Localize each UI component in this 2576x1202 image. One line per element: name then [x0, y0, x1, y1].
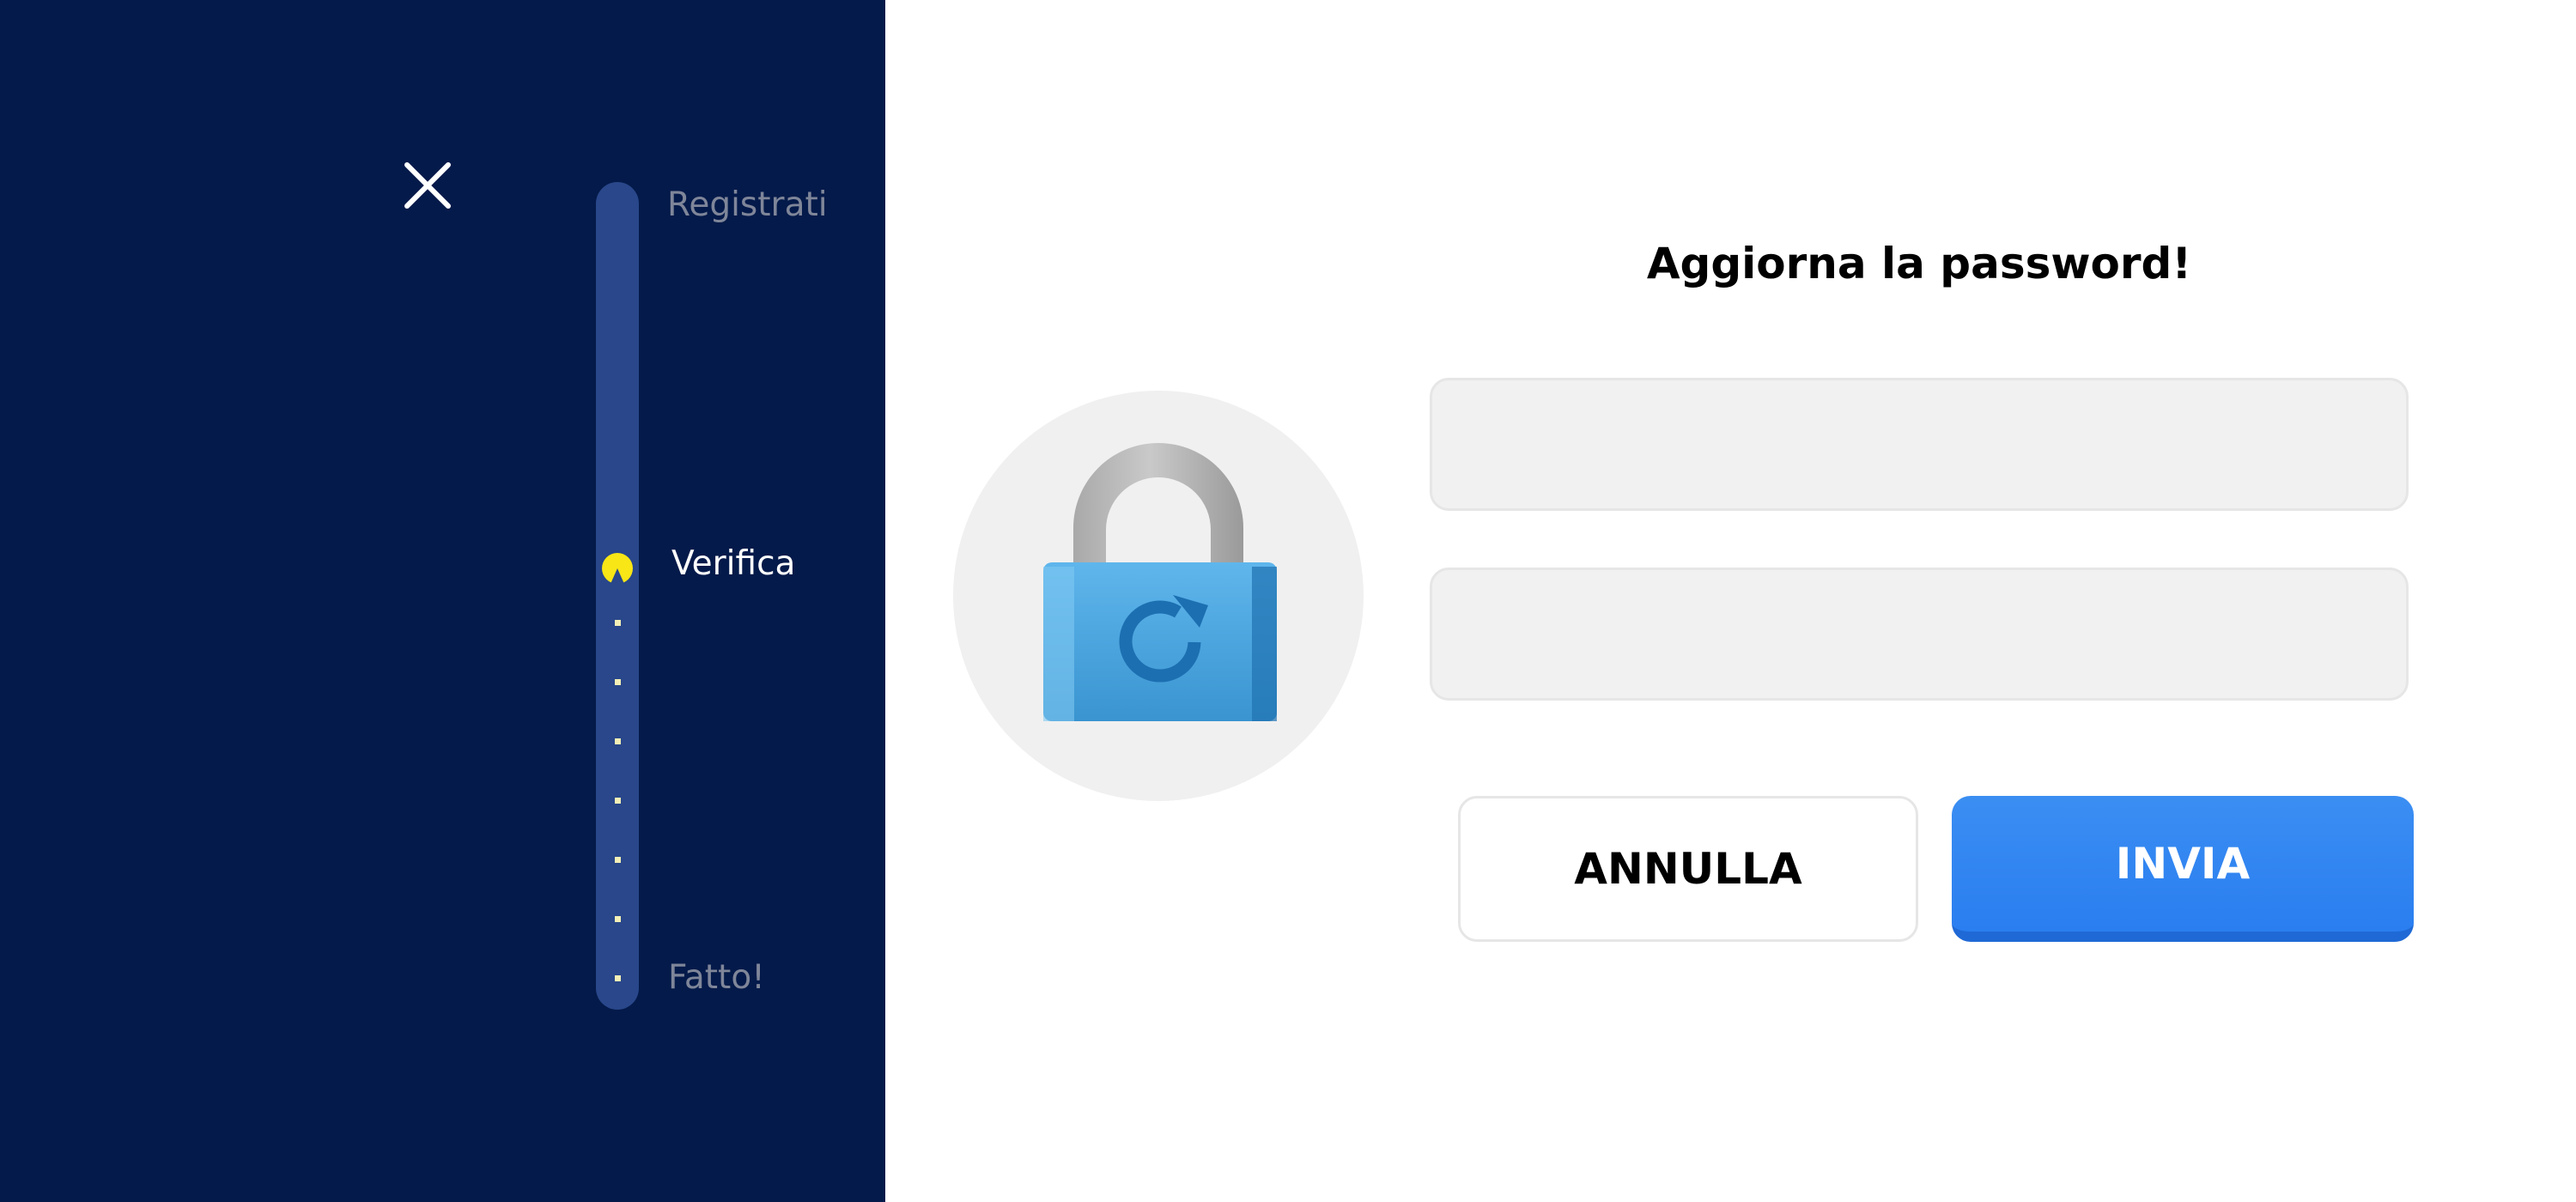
lock-illustration — [953, 391, 1364, 801]
pacman-icon — [600, 551, 635, 586]
submit-button[interactable]: INVIA — [1952, 796, 2414, 942]
progress-dot — [615, 738, 621, 744]
progress-dot — [615, 679, 621, 685]
password-field[interactable] — [1430, 378, 2409, 511]
sidebar: Registrati Verifica Fatto! — [0, 0, 885, 1202]
page-title: Aggiorna la password! — [1646, 239, 2192, 288]
progress-dot — [615, 620, 621, 626]
step-label-fatto: Fatto! — [668, 958, 765, 997]
confirm-password-field[interactable] — [1430, 568, 2409, 701]
progress-dot — [615, 857, 621, 863]
progress-dot — [615, 798, 621, 804]
step-label-verifica: Verifica — [671, 544, 796, 583]
progress-dot — [615, 975, 621, 981]
close-button[interactable] — [397, 155, 459, 216]
progress-track — [596, 182, 639, 1010]
step-label-registrati: Registrati — [667, 185, 828, 224]
cancel-button[interactable]: ANNULLA — [1458, 796, 1918, 942]
progress-dot — [615, 916, 621, 922]
close-icon — [404, 162, 451, 209]
lock-refresh-icon — [1043, 443, 1277, 721]
